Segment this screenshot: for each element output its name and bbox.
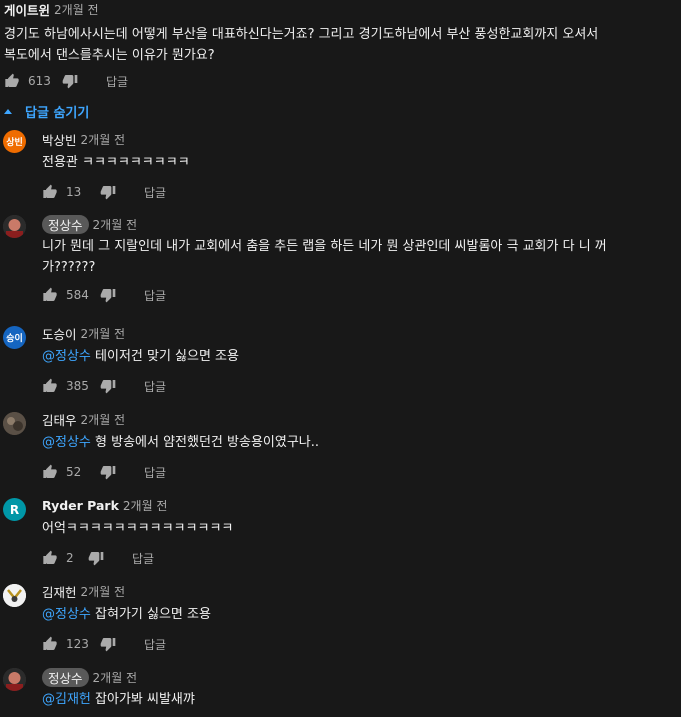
dislike-icon[interactable]: [100, 287, 116, 303]
avatar[interactable]: [3, 412, 26, 435]
reply-text: @정상수 잡혀가기 싫으면 조용: [42, 604, 681, 625]
reply-button[interactable]: 답글: [144, 378, 166, 395]
caret-up-icon: [4, 108, 12, 114]
avatar[interactable]: [3, 668, 26, 691]
avatar[interactable]: 상빈: [3, 130, 26, 153]
reply-time[interactable]: 2개월 전: [81, 131, 126, 148]
avatar[interactable]: R: [3, 498, 26, 521]
reply-time[interactable]: 2개월 전: [93, 669, 138, 686]
reply-author[interactable]: 정상수: [42, 214, 89, 234]
reply-author[interactable]: 정상수: [42, 667, 89, 687]
profile-photo-icon: [3, 412, 26, 435]
reply-text: 어억ㅋㅋㅋㅋㅋㅋㅋㅋㅋㅋㅋㅋㅋㅋ: [42, 521, 234, 536]
reply-author[interactable]: 김재헌: [42, 582, 77, 601]
reply-text-body: 테이저건 맞기 싫으면 조용: [90, 349, 239, 364]
like-count: 613: [28, 74, 51, 88]
comment-time[interactable]: 2개월 전: [54, 1, 99, 18]
hide-replies-label: 답글 숨기기: [25, 105, 90, 121]
like-icon[interactable]: [42, 464, 58, 480]
reply-text: @정상수 형 방송에서 얌전했던건 방송용이였구나..: [42, 432, 681, 453]
mention-link[interactable]: @정상수: [42, 435, 91, 450]
reply-time[interactable]: 2개월 전: [123, 497, 168, 514]
dislike-icon[interactable]: [100, 184, 116, 200]
reply-time[interactable]: 2개월 전: [81, 411, 126, 428]
reply-button[interactable]: 답글: [132, 550, 154, 567]
avatar[interactable]: [3, 215, 26, 238]
like-count: 123: [66, 637, 89, 651]
comment-text-line: 경기도 하남에사시는데 어떻게 부산을 대표하신다는거죠? 그리고 경기도하남에…: [4, 27, 599, 42]
reply-time[interactable]: 2개월 전: [93, 216, 138, 233]
reply-text-body: 잡혀가기 싫으면 조용: [90, 607, 211, 622]
reply-text-body: 형 방송에서 얌전했던건 방송용이였구나..: [90, 435, 320, 450]
like-count: 584: [66, 288, 89, 302]
mention-link[interactable]: @김재헌: [42, 692, 91, 707]
reply-text: @정상수 테이저건 맞기 싫으면 조용: [42, 346, 681, 367]
reply-text: @김재헌 잡아가봐 씨발새꺄: [42, 689, 681, 710]
comment-author[interactable]: 게이트윈: [4, 0, 50, 19]
comment-text-line: 복도에서 댄스를추시는 이유가 뭔가요?: [4, 48, 215, 63]
like-count: 385: [66, 379, 89, 393]
avatar-initials: R: [9, 502, 20, 517]
reply-button[interactable]: 답글: [144, 184, 166, 201]
profile-photo-icon: [3, 215, 26, 238]
like-count: 2: [66, 551, 74, 565]
like-count: 13: [66, 185, 82, 199]
mention-link[interactable]: @정상수: [42, 349, 91, 364]
reply-text-line: 니가 뭔데 그 지랄인데 내가 교회에서 춤을 추든 랩을 하든 네가 뭔 상관…: [42, 239, 607, 254]
top-comment: 게이트윈 2개월 전 경기도 하남에사시는데 어떻게 부산을 대표하신다는거죠?…: [4, 0, 681, 96]
avatar[interactable]: [3, 584, 26, 607]
reply-button[interactable]: 답글: [144, 287, 166, 304]
avatar-initials: 승이: [6, 334, 23, 344]
reply-author[interactable]: Ryder Park: [42, 498, 119, 513]
reply-button[interactable]: 답글: [144, 636, 166, 653]
emblem-icon: [3, 584, 26, 607]
like-icon[interactable]: [42, 184, 58, 200]
mention-link[interactable]: @정상수: [42, 607, 91, 622]
like-icon[interactable]: [42, 378, 58, 394]
avatar[interactable]: 승이: [3, 326, 26, 349]
reply-time[interactable]: 2개월 전: [81, 325, 126, 342]
reply-button[interactable]: 답글: [144, 464, 166, 481]
avatar-initials: 상빈: [6, 138, 23, 148]
dislike-icon[interactable]: [88, 550, 104, 566]
like-count: 52: [66, 465, 82, 479]
like-icon[interactable]: [4, 73, 20, 89]
profile-photo-icon: [3, 668, 26, 691]
reply-time[interactable]: 2개월 전: [81, 583, 126, 600]
reply-button[interactable]: 답글: [106, 73, 128, 90]
dislike-icon[interactable]: [62, 73, 78, 89]
reply-author[interactable]: 박상빈: [42, 130, 77, 149]
dislike-icon[interactable]: [100, 378, 116, 394]
like-icon[interactable]: [42, 636, 58, 652]
reply-author[interactable]: 김태우: [42, 410, 77, 429]
reply-text-line: 가??????: [42, 260, 96, 275]
reply-text: 전용관 ㅋㅋㅋㅋㅋㅋㅋㅋㅋ: [42, 155, 190, 170]
like-icon[interactable]: [42, 287, 58, 303]
dislike-icon[interactable]: [100, 636, 116, 652]
hide-replies-button[interactable]: 답글 숨기기: [4, 99, 89, 123]
reply-author[interactable]: 도승이: [42, 324, 77, 343]
like-icon[interactable]: [42, 550, 58, 566]
dislike-icon[interactable]: [100, 464, 116, 480]
reply-text-body: 잡아가봐 씨발새꺄: [90, 692, 195, 707]
